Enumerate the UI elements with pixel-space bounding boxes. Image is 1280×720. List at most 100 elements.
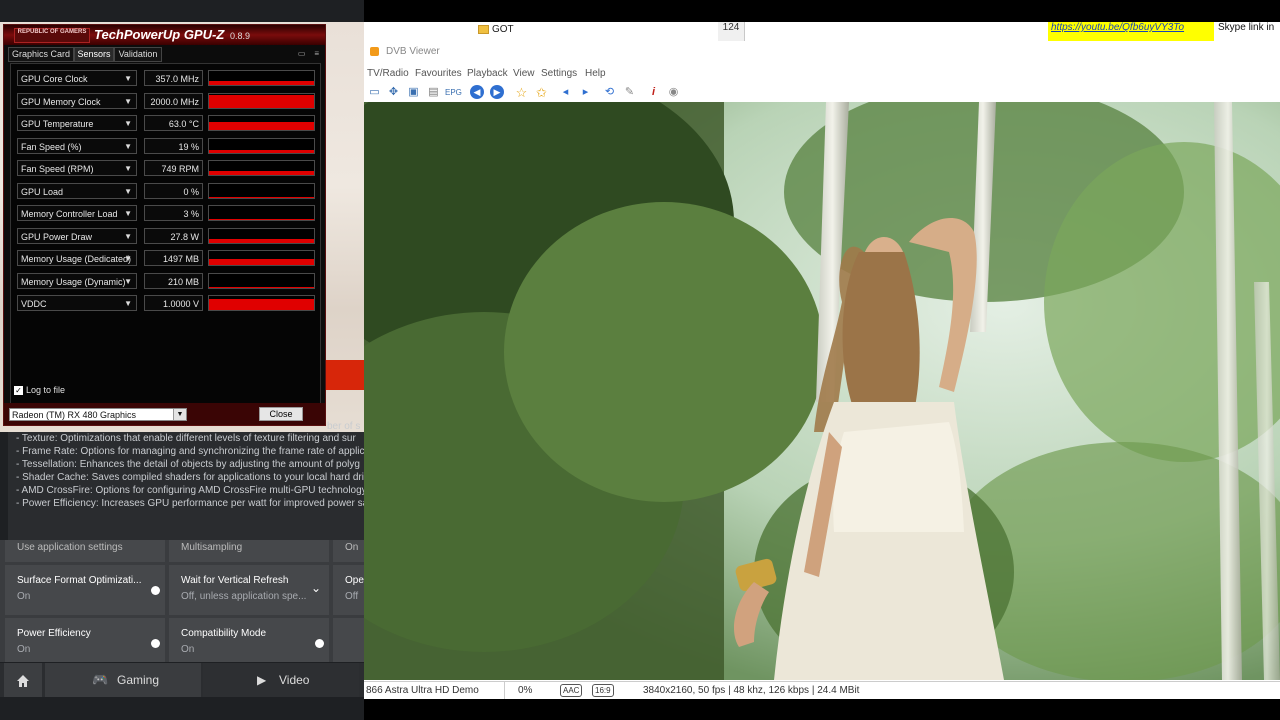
dvb-title: DVB Viewer bbox=[386, 46, 440, 57]
tile-partial-2[interactable]: Ope Off bbox=[333, 565, 364, 615]
rog-logo: REPUBLIC OF GAMERS bbox=[14, 28, 90, 43]
play-icon: ▶ bbox=[257, 673, 267, 687]
tab-graphics-card[interactable]: Graphics Card bbox=[8, 47, 74, 62]
chevron-down-icon[interactable]: ▼ bbox=[173, 409, 186, 420]
chevron-down-icon[interactable]: ▼ bbox=[124, 161, 132, 175]
sensor-name: Fan Speed (%) bbox=[21, 141, 82, 152]
chevron-down-icon[interactable]: ▼ bbox=[124, 184, 132, 198]
tile-partial[interactable]: On bbox=[333, 540, 364, 562]
sensor-name-select[interactable]: Fan Speed (%) ▼ bbox=[17, 137, 137, 154]
sensor-name: Memory Usage (Dedicated) bbox=[21, 254, 132, 264]
sensor-name-select[interactable]: GPU Load ▼ bbox=[17, 182, 137, 199]
gpuz-tab-icons: ▭ ≡ bbox=[298, 49, 319, 58]
window-icon[interactable]: ▭ bbox=[367, 85, 382, 100]
sensor-name-select[interactable]: GPU Temperature ▼ bbox=[17, 115, 137, 131]
youtube-link-cell[interactable]: https://youtu.be/Qfb6uyVY3To bbox=[1048, 22, 1214, 41]
tab-validation[interactable]: Validation bbox=[114, 47, 162, 62]
sensor-name-select[interactable]: VDDC ▼ bbox=[17, 295, 137, 311]
fullscreen-icon[interactable]: ✥ bbox=[386, 85, 401, 100]
sensor-graph-fill bbox=[209, 259, 314, 265]
tile-power-efficiency[interactable]: Power Efficiency On bbox=[5, 618, 165, 662]
back-icon[interactable]: ◀ bbox=[470, 85, 484, 99]
sensor-value: 210 MB bbox=[144, 272, 203, 289]
gpuz-version: 0.8.9 bbox=[230, 31, 251, 41]
favourite-add-icon[interactable]: ✩ bbox=[534, 85, 549, 100]
tile-texture-filtering[interactable]: Use application settings bbox=[5, 540, 165, 562]
volume-up-icon[interactable]: ▸ bbox=[578, 85, 593, 100]
volume-down-icon[interactable]: ◂ bbox=[558, 85, 573, 100]
forward-icon[interactable]: ▶ bbox=[490, 85, 504, 99]
description-line: - Texture: Optimizations that enable dif… bbox=[16, 433, 356, 444]
epg-icon[interactable]: EPG bbox=[445, 85, 462, 100]
osd-icon[interactable]: ▤ bbox=[426, 85, 441, 100]
toggle-dot-icon[interactable] bbox=[151, 639, 160, 648]
gpu-select[interactable]: Radeon (TM) RX 480 Graphics ▼ bbox=[9, 408, 187, 421]
log-to-file-checkbox[interactable]: ✓ bbox=[14, 386, 23, 396]
sensor-name-select[interactable]: GPU Core Clock ▼ bbox=[17, 70, 137, 86]
tile-anti-aliasing-method[interactable]: Multisampling bbox=[169, 540, 329, 562]
dvb-viewer-window: DVB Viewer TV/Radio Favourites Playback … bbox=[364, 41, 1280, 699]
chevron-down-icon[interactable]: ▼ bbox=[124, 229, 132, 243]
chevron-down-icon[interactable]: ▼ bbox=[124, 274, 132, 288]
menu-settings[interactable]: Settings bbox=[541, 68, 577, 79]
chevron-down-icon[interactable]: ▼ bbox=[124, 139, 132, 153]
menu-playback[interactable]: Playback bbox=[467, 68, 508, 79]
sensor-graph-fill bbox=[209, 81, 314, 85]
dvb-title-bar[interactable]: DVB Viewer bbox=[364, 41, 1280, 63]
background-spreadsheet: GOT 124 https://youtu.be/Qfb6uyVY3To Sky… bbox=[364, 22, 1280, 41]
folder-name[interactable]: GOT bbox=[492, 24, 514, 35]
toggle-dot-icon[interactable] bbox=[151, 586, 160, 595]
tile-value: On bbox=[181, 644, 195, 655]
menu-view[interactable]: View bbox=[513, 68, 535, 79]
gpuz-title-bar[interactable]: REPUBLIC OF GAMERS TechPowerUp GPU-Z 0.8… bbox=[4, 25, 325, 45]
toggle-dot-icon[interactable] bbox=[315, 639, 324, 648]
record-icon[interactable]: ◉ bbox=[666, 85, 681, 100]
tile-value: Off, unless application spe... bbox=[181, 591, 307, 602]
chevron-down-icon[interactable]: ▼ bbox=[124, 116, 132, 130]
sensor-name: Fan Speed (RPM) bbox=[21, 164, 94, 174]
sensor-name: Memory Usage (Dynamic) bbox=[21, 276, 126, 287]
log-to-file[interactable]: ✓ Log to file bbox=[14, 385, 65, 396]
tile-partial-3 bbox=[333, 618, 364, 662]
row-number: 124 bbox=[718, 22, 745, 41]
sensor-value: 27.8 W bbox=[144, 227, 203, 244]
desktop-icon[interactable]: ▣ bbox=[406, 85, 421, 100]
favourite-icon[interactable]: ☆ bbox=[514, 85, 529, 100]
sensor-name-select[interactable]: Memory Usage (Dynamic) ▼ bbox=[17, 272, 137, 289]
sensor-name-select[interactable]: Memory Controller Load ▼ bbox=[17, 205, 137, 221]
tile-title: Wait for Vertical Refresh bbox=[181, 575, 289, 586]
menu-icon[interactable]: ≡ bbox=[314, 49, 319, 58]
chevron-down-icon[interactable]: ▼ bbox=[124, 206, 132, 220]
gaming-tab[interactable]: 🎮 Gaming bbox=[45, 663, 201, 697]
tile-compatibility-mode[interactable]: Compatibility Mode On bbox=[169, 618, 329, 662]
chevron-down-icon[interactable]: ▼ bbox=[124, 251, 132, 265]
sensor-graph bbox=[208, 115, 315, 131]
menu-favourites[interactable]: Favourites bbox=[415, 68, 462, 79]
dvb-toolbar: ▭ ✥ ▣ ▤ EPG ◀ ▶ ☆ ✩ ◂ ▸ ⟲ ✎ i ◉ bbox=[364, 84, 1280, 102]
sensor-name-select[interactable]: Memory Usage (Dedicated) ▼ bbox=[17, 250, 137, 266]
menu-help[interactable]: Help bbox=[585, 68, 606, 79]
refresh-icon[interactable]: ⟲ bbox=[602, 85, 617, 100]
chevron-down-icon[interactable]: ▼ bbox=[124, 296, 132, 310]
video-display[interactable] bbox=[364, 102, 1280, 680]
menu-tv-radio[interactable]: TV/Radio bbox=[367, 68, 409, 79]
camera-icon[interactable]: ▭ bbox=[298, 49, 306, 58]
sensor-graph bbox=[208, 137, 315, 154]
gpu-select-value: Radeon (TM) RX 480 Graphics bbox=[12, 410, 137, 420]
chevron-down-icon[interactable]: ▼ bbox=[124, 71, 132, 85]
chevron-down-icon[interactable]: ⌄ bbox=[311, 581, 321, 595]
sensor-name-select[interactable]: GPU Memory Clock ▼ bbox=[17, 92, 137, 109]
tile-surface-format-optimization[interactable]: Surface Format Optimizati... On bbox=[5, 565, 165, 615]
skype-note-cell[interactable]: Skype link in bbox=[1215, 22, 1280, 41]
info-icon[interactable]: i bbox=[646, 85, 661, 100]
home-button[interactable] bbox=[4, 663, 42, 697]
tile-wait-for-vertical-refresh[interactable]: Wait for Vertical Refresh Off, unless ap… bbox=[169, 565, 329, 615]
dvb-status-bar: 866 Astra Ultra HD Demo 0% AAC 16:9 3840… bbox=[364, 681, 1280, 699]
tools-icon[interactable]: ✎ bbox=[622, 85, 637, 100]
chevron-down-icon[interactable]: ▼ bbox=[124, 94, 132, 108]
sensor-name-select[interactable]: Fan Speed (RPM) ▼ bbox=[17, 160, 137, 176]
close-button[interactable]: Close bbox=[259, 407, 303, 421]
sensor-name-select[interactable]: GPU Power Draw ▼ bbox=[17, 227, 137, 244]
tab-sensors[interactable]: Sensors bbox=[74, 47, 114, 62]
video-tab[interactable]: ▶ Video bbox=[203, 663, 359, 697]
